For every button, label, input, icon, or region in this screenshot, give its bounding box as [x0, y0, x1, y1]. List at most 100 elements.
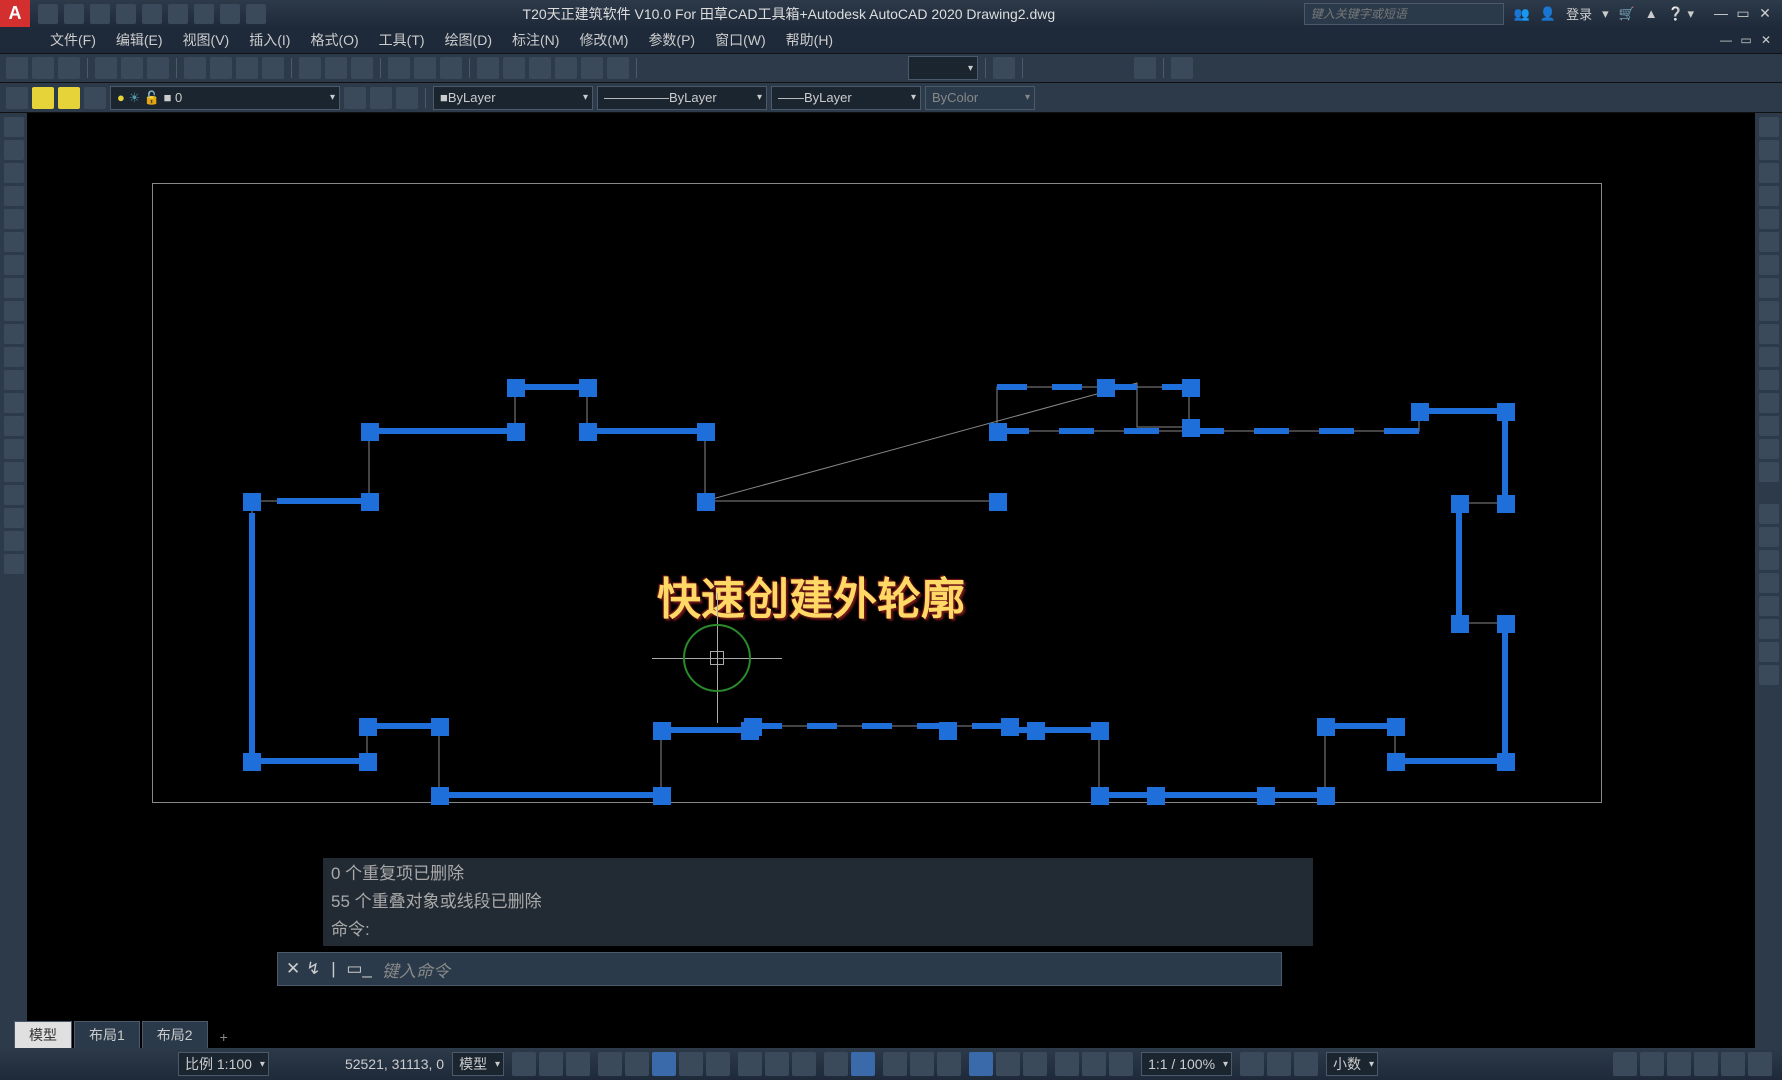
break-tool[interactable] [1759, 370, 1779, 390]
extra4-tool[interactable] [1759, 573, 1779, 593]
print-icon[interactable] [194, 4, 214, 24]
extra5-tool[interactable] [1759, 596, 1779, 616]
menu-parametric[interactable]: 参数(P) [638, 30, 705, 50]
workspace-dropdown[interactable] [908, 56, 978, 80]
ortho-toggle[interactable] [625, 1052, 649, 1076]
extra2-tool[interactable] [1759, 527, 1779, 547]
circle-tool[interactable] [4, 255, 24, 275]
menu-help[interactable]: 帮助(H) [776, 30, 843, 50]
customization-icon[interactable] [1748, 1052, 1772, 1076]
annoscale-icon[interactable] [1109, 1052, 1133, 1076]
preview-button[interactable] [121, 57, 143, 79]
erase-tool[interactable] [1759, 117, 1779, 137]
layer-match-button[interactable] [370, 87, 392, 109]
cleanscreen-icon[interactable] [1721, 1052, 1745, 1076]
login-label[interactable]: 登录 [1566, 4, 1592, 23]
cut-button[interactable] [184, 57, 206, 79]
extra6-tool[interactable] [1759, 619, 1779, 639]
menu-tools[interactable]: 工具(T) [369, 30, 435, 50]
plot-button[interactable] [95, 57, 117, 79]
open-icon[interactable] [64, 4, 84, 24]
transparency-toggle[interactable] [824, 1052, 848, 1076]
redo-button[interactable] [351, 57, 373, 79]
zoom-prev-button[interactable] [440, 57, 462, 79]
chamfer-tool[interactable] [1759, 416, 1779, 436]
annomonitor-toggle[interactable] [969, 1052, 993, 1076]
help-button[interactable] [1171, 57, 1193, 79]
monitor-icon[interactable] [1640, 1052, 1664, 1076]
color-dropdown[interactable]: ■ ByLayer [433, 86, 593, 110]
extra7-tool[interactable] [1759, 642, 1779, 662]
doc-restore-button[interactable]: ▭ [1738, 33, 1754, 47]
undo-icon[interactable] [220, 4, 240, 24]
stretch-tool[interactable] [1759, 301, 1779, 321]
xref-button[interactable] [1134, 57, 1156, 79]
drawing-area[interactable]: 快速创建外轮廓 0 个重复项已删除 55 个重叠对象或线段已删除 命令: ✕ ↯… [27, 113, 1755, 1048]
make-block-tool[interactable] [4, 393, 24, 413]
fillet-tool[interactable] [1759, 439, 1779, 459]
mtext-tool[interactable] [4, 531, 24, 551]
cart-icon[interactable]: 🛒 [1619, 6, 1635, 22]
copy-tool[interactable] [1759, 140, 1779, 160]
zoom-button[interactable] [414, 57, 436, 79]
close-button[interactable]: ✕ [1756, 5, 1774, 22]
ruler-icon[interactable] [1294, 1052, 1318, 1076]
workspace-icon[interactable] [1613, 1052, 1637, 1076]
join-tool[interactable] [1759, 393, 1779, 413]
tab-layout1[interactable]: 布局1 [74, 1021, 140, 1048]
array-tool[interactable] [1759, 209, 1779, 229]
selectionfilter-toggle[interactable] [910, 1052, 934, 1076]
infer-toggle[interactable] [566, 1052, 590, 1076]
extra8-tool[interactable] [1759, 665, 1779, 685]
publish-button[interactable] [147, 57, 169, 79]
rotate-tool[interactable] [1759, 255, 1779, 275]
lwt-toggle[interactable] [792, 1052, 816, 1076]
quickprops-toggle[interactable] [1023, 1052, 1047, 1076]
doc-minimize-button[interactable]: — [1718, 33, 1734, 47]
otrack-toggle[interactable] [765, 1052, 789, 1076]
precision-dropdown[interactable]: 小数 [1326, 1052, 1378, 1076]
search-input[interactable]: 键入关键字或短语 [1304, 3, 1504, 25]
stay-connected-icon[interactable]: 👥 [1514, 6, 1530, 22]
scale-tool[interactable] [1759, 278, 1779, 298]
units-toggle[interactable] [996, 1052, 1020, 1076]
menu-insert[interactable]: 插入(I) [239, 30, 300, 50]
gizmo-toggle[interactable] [937, 1052, 961, 1076]
properties-button[interactable] [477, 57, 499, 79]
command-input[interactable]: ✕ ↯ | ▭_ 键入命令 [277, 952, 1282, 986]
grid-toggle[interactable] [512, 1052, 536, 1076]
maximize-button[interactable]: ▭ [1734, 5, 1752, 22]
user-icon[interactable]: 👤 [1540, 6, 1556, 22]
new-button[interactable] [6, 57, 28, 79]
table-tool[interactable] [4, 508, 24, 528]
extra3-tool[interactable] [1759, 550, 1779, 570]
cmd-config-icon[interactable]: ↯ [306, 959, 320, 979]
plot-icon[interactable] [168, 4, 188, 24]
arc-tool[interactable] [4, 232, 24, 252]
hardware-icon[interactable] [1694, 1052, 1718, 1076]
move-tool[interactable] [1759, 232, 1779, 252]
redo-icon[interactable] [246, 4, 266, 24]
gradient-tool[interactable] [4, 462, 24, 482]
polyline-tool[interactable] [4, 163, 24, 183]
revcloud-tool[interactable] [4, 278, 24, 298]
table-button[interactable] [993, 57, 1015, 79]
menu-file[interactable]: 文件(F) [40, 30, 106, 50]
menu-draw[interactable]: 绘图(D) [435, 30, 502, 50]
match-button[interactable] [262, 57, 284, 79]
tab-model[interactable]: 模型 [14, 1021, 72, 1048]
spline-tool[interactable] [4, 301, 24, 321]
explode-tool[interactable] [1759, 462, 1779, 482]
layer-walk-button[interactable] [396, 87, 418, 109]
xline-tool[interactable] [4, 140, 24, 160]
layer-state2-button[interactable] [58, 87, 80, 109]
web-icon[interactable] [142, 4, 162, 24]
layer-iso-button[interactable] [84, 87, 106, 109]
help-icon[interactable]: ❔ ▾ [1668, 6, 1694, 22]
isolate-icon[interactable] [1667, 1052, 1691, 1076]
markup-button[interactable] [581, 57, 603, 79]
space-dropdown[interactable]: 模型 [452, 1052, 504, 1076]
open-button[interactable] [32, 57, 54, 79]
offset-tool[interactable] [1759, 186, 1779, 206]
ellipse-tool[interactable] [4, 324, 24, 344]
